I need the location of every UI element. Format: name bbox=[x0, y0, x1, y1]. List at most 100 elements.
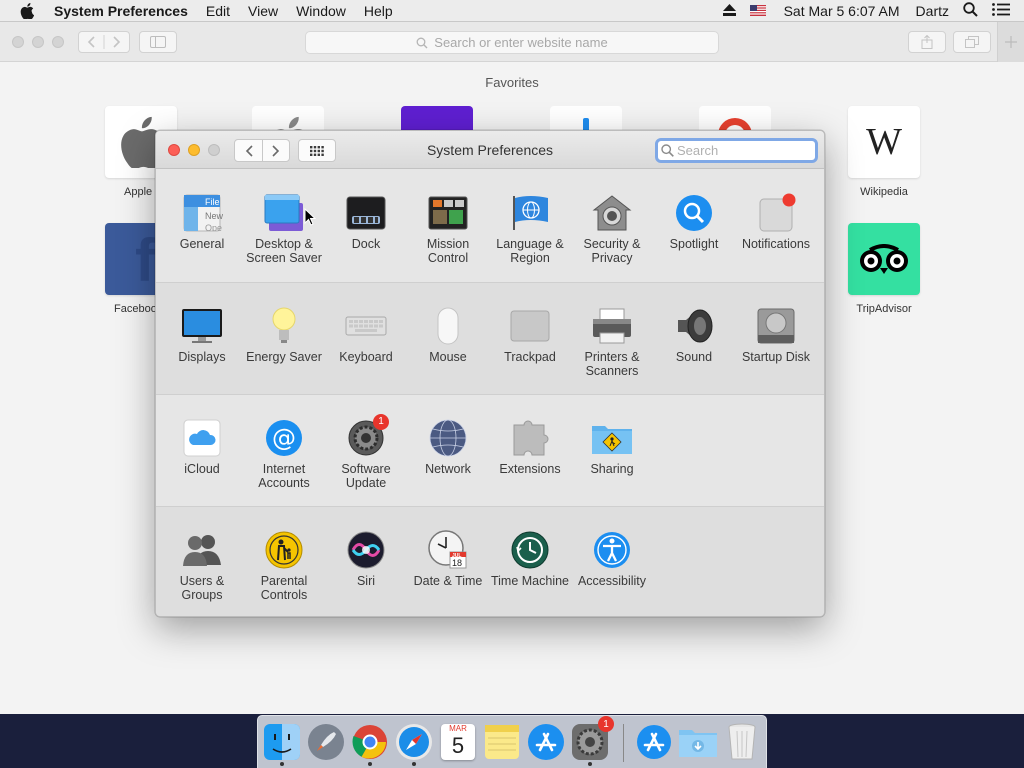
trash-icon bbox=[728, 723, 756, 760]
dock-downloads-folder[interactable] bbox=[678, 722, 718, 762]
menu-window[interactable]: Window bbox=[296, 3, 346, 19]
pane-label: Energy Saver bbox=[246, 350, 322, 364]
pane-users-groups[interactable]: Users & Groups bbox=[161, 529, 243, 602]
dock-app-store[interactable] bbox=[526, 722, 566, 762]
pane-notifications[interactable]: Notifications bbox=[735, 192, 817, 251]
pane-general[interactable]: File New Ope General bbox=[161, 192, 243, 251]
pane-mission-control[interactable]: Mission Control bbox=[407, 192, 489, 265]
pane-icloud[interactable]: iCloud bbox=[161, 417, 243, 476]
dock: MAR 5 1 bbox=[257, 715, 767, 768]
menu-edit[interactable]: Edit bbox=[206, 3, 230, 19]
address-placeholder: Search or enter website name bbox=[434, 35, 608, 50]
apple-menu-icon[interactable] bbox=[20, 2, 38, 19]
launchpad-rocket-icon bbox=[308, 724, 344, 760]
at-sign-icon: @ bbox=[263, 417, 305, 459]
printer-icon bbox=[591, 305, 633, 347]
pane-label: Language & Region bbox=[496, 237, 564, 265]
dock-downloads-stack[interactable] bbox=[634, 722, 674, 762]
syspref-search-field[interactable]: Search bbox=[655, 138, 818, 163]
pane-dock[interactable]: Dock bbox=[325, 192, 407, 251]
pane-label: Security & Privacy bbox=[583, 237, 641, 265]
input-source-flag-icon[interactable] bbox=[749, 3, 766, 19]
pane-accessibility[interactable]: Accessibility bbox=[571, 529, 653, 588]
tab-overview-button[interactable] bbox=[953, 31, 991, 53]
pane-keyboard[interactable]: Keyboard bbox=[325, 305, 407, 364]
pane-date-time[interactable]: JUL 18 Date & Time bbox=[407, 529, 489, 588]
favorites-heading: Favorites bbox=[485, 75, 539, 90]
pane-sharing[interactable]: Sharing bbox=[571, 417, 653, 476]
safari-close-button[interactable] bbox=[12, 36, 24, 48]
prefs-row-system: Users & Groups Parental Controls Siri JU… bbox=[156, 506, 824, 616]
pane-parental-controls[interactable]: Parental Controls bbox=[243, 529, 325, 602]
pane-internet-accounts[interactable]: @ Internet Accounts bbox=[243, 417, 325, 490]
pane-language-region[interactable]: Language & Region bbox=[489, 192, 571, 265]
pane-extensions[interactable]: Extensions bbox=[489, 417, 571, 476]
menu-view[interactable]: View bbox=[248, 3, 278, 19]
pane-label: Mouse bbox=[429, 350, 467, 364]
displays-icon bbox=[181, 305, 223, 347]
pane-security-privacy[interactable]: Security & Privacy bbox=[571, 192, 653, 265]
wikipedia-logo-icon: W bbox=[848, 106, 920, 178]
update-count-badge: 1 bbox=[373, 414, 389, 430]
accessibility-icon bbox=[591, 529, 633, 571]
clock-calendar-icon: JUL 18 bbox=[427, 529, 469, 571]
pane-label: Accessibility bbox=[577, 574, 647, 588]
dock-safari[interactable] bbox=[394, 722, 434, 766]
dock-system-preferences[interactable]: 1 bbox=[570, 716, 614, 766]
house-lock-icon bbox=[591, 192, 633, 234]
syspref-titlebar: System Preferences Search bbox=[156, 131, 824, 169]
pane-energy-saver[interactable]: Energy Saver bbox=[243, 305, 325, 364]
pane-label: Desktop & Screen Saver bbox=[246, 237, 322, 265]
sidebar-toggle-button[interactable] bbox=[139, 31, 177, 53]
pane-trackpad[interactable]: Trackpad bbox=[489, 305, 571, 364]
dock-launchpad[interactable] bbox=[306, 722, 346, 762]
prefs-row-hardware: Displays Energy Saver Keyboard Mouse Tra… bbox=[156, 282, 824, 394]
app-store-icon bbox=[528, 724, 564, 760]
keyboard-icon bbox=[345, 305, 387, 347]
spotlight-search-icon[interactable] bbox=[963, 1, 978, 20]
menubar-clock[interactable]: Sat Mar 5 6:07 AM bbox=[784, 3, 900, 19]
eject-icon[interactable] bbox=[722, 3, 736, 19]
menu-help[interactable]: Help bbox=[364, 3, 393, 19]
notification-center-icon[interactable] bbox=[992, 2, 1010, 19]
speaker-icon bbox=[673, 305, 715, 347]
siri-icon bbox=[345, 529, 387, 571]
pane-siri[interactable]: Siri bbox=[325, 529, 407, 588]
favorite-label: Wikipedia bbox=[860, 186, 908, 198]
safari-zoom-button[interactable] bbox=[52, 36, 64, 48]
safari-back-forward[interactable] bbox=[78, 31, 130, 53]
dock-chrome[interactable] bbox=[350, 722, 390, 766]
dock-calendar[interactable]: MAR 5 bbox=[438, 722, 478, 762]
svg-text:@: @ bbox=[272, 424, 296, 452]
safari-minimize-button[interactable] bbox=[32, 36, 44, 48]
general-icon: File New Ope bbox=[181, 192, 223, 234]
dock-notes[interactable] bbox=[482, 722, 522, 762]
pane-mouse[interactable]: Mouse bbox=[407, 305, 489, 364]
pane-label: Software Update bbox=[341, 462, 391, 490]
dock-trash[interactable] bbox=[722, 722, 762, 762]
finder-icon bbox=[264, 724, 300, 760]
trackpad-icon bbox=[509, 305, 551, 347]
dock-icon bbox=[345, 192, 387, 234]
pane-time-machine[interactable]: Time Machine bbox=[489, 529, 571, 588]
pane-startup-disk[interactable]: Startup Disk bbox=[735, 305, 817, 364]
favorite-label: TripAdvisor bbox=[856, 303, 912, 315]
pane-software-update[interactable]: 1 Software Update bbox=[325, 414, 407, 490]
downloads-folder-icon bbox=[679, 730, 717, 757]
favorite-wikipedia[interactable]: W Wikipedia bbox=[847, 106, 921, 198]
pane-displays[interactable]: Displays bbox=[161, 305, 243, 364]
safari-address-bar[interactable]: Search or enter website name bbox=[305, 31, 719, 54]
icloud-icon bbox=[181, 417, 223, 459]
pane-sound[interactable]: Sound bbox=[653, 305, 735, 364]
app-menu-system-preferences[interactable]: System Preferences bbox=[54, 3, 188, 19]
dock-finder[interactable] bbox=[262, 722, 302, 766]
pane-spotlight[interactable]: Spotlight bbox=[653, 192, 735, 251]
share-button[interactable] bbox=[908, 31, 946, 53]
hard-drive-icon bbox=[755, 305, 797, 347]
new-tab-button[interactable] bbox=[997, 22, 1024, 62]
favorite-tripadvisor[interactable]: TripAdvisor bbox=[847, 223, 921, 315]
menubar-user[interactable]: Dartz bbox=[916, 3, 949, 19]
pane-label: Internet Accounts bbox=[258, 462, 310, 490]
pane-printers-scanners[interactable]: Printers & Scanners bbox=[571, 305, 653, 378]
pane-network[interactable]: Network bbox=[407, 417, 489, 476]
